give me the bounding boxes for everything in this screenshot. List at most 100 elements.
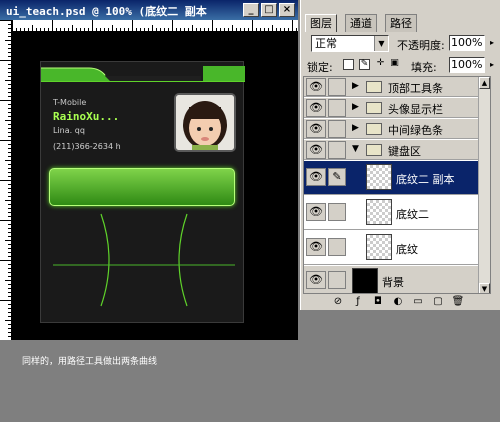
layer-name: 背景 xyxy=(382,276,404,289)
ruler-tick xyxy=(128,28,129,31)
ruler-tick xyxy=(5,280,11,281)
link-cell[interactable] xyxy=(328,238,346,256)
ruler-tick xyxy=(8,96,11,97)
layer-name: 底纹二 副本 xyxy=(396,173,455,186)
link-layers-icon[interactable]: ⊘ xyxy=(331,296,345,308)
tab-layers[interactable]: 图层 xyxy=(305,14,337,32)
link-cell[interactable] xyxy=(328,271,346,289)
tab-channels[interactable]: 通道 xyxy=(345,14,377,32)
layer-row-top-toolbar[interactable]: 👁 ▶ 顶部工具条 xyxy=(304,77,490,97)
opacity-field[interactable]: 100% xyxy=(449,35,485,51)
new-layer-icon[interactable]: ▢ xyxy=(431,296,445,308)
eye-icon[interactable]: 👁 xyxy=(306,271,326,289)
layer-style-icon[interactable]: ƒ xyxy=(351,296,365,308)
link-cell[interactable] xyxy=(328,120,346,138)
ruler-tick xyxy=(292,20,293,31)
tab-paths[interactable]: 路径 xyxy=(385,14,417,32)
expand-arrow-icon[interactable]: ▶ xyxy=(352,123,359,133)
ruler-tick xyxy=(5,120,11,121)
lock-transparency-icon[interactable] xyxy=(343,59,354,70)
minimize-button[interactable]: _ xyxy=(243,3,259,17)
trash-icon[interactable]: 🗑 xyxy=(451,296,465,308)
ruler-tick xyxy=(8,312,11,313)
expand-arrow-icon[interactable]: ▶ xyxy=(352,81,359,91)
lock-all-icon[interactable]: ▣ xyxy=(389,59,400,70)
ruler-tick xyxy=(8,184,11,185)
layer-row-texture2-copy[interactable]: 👁 ✎ 底纹二 副本 xyxy=(304,161,490,195)
canvas[interactable]: T-Mobile RainoXu... Lina. qq (211)366-26… xyxy=(13,33,298,340)
operator-label: T-Mobile xyxy=(53,98,87,107)
link-cell[interactable] xyxy=(328,141,346,159)
layer-row-middle-green-bar[interactable]: 👁 ▶ 中间绿色条 xyxy=(304,119,490,139)
layer-row-background[interactable]: 👁 背景 xyxy=(304,266,490,293)
ruler-tick xyxy=(8,64,11,65)
ruler-tick xyxy=(256,28,257,31)
layers-scrollbar[interactable]: ▲ ▼ xyxy=(478,77,490,293)
eye-icon[interactable]: 👁 xyxy=(306,120,326,138)
ruler-tick xyxy=(172,20,173,31)
ruler-tick xyxy=(8,256,11,257)
ruler-tick xyxy=(8,132,11,133)
ruler-tick xyxy=(8,232,11,233)
ruler-tick xyxy=(8,128,11,129)
layer-thumbnail xyxy=(366,199,392,225)
scroll-up-icon[interactable]: ▲ xyxy=(479,77,490,89)
layer-row-texture2[interactable]: 👁 底纹二 xyxy=(304,196,490,230)
caption-area: 同样的，用路径工具做出两条曲线 xyxy=(0,340,298,422)
vertical-ruler[interactable] xyxy=(0,20,12,340)
ruler-tick xyxy=(152,25,153,31)
ruler-tick xyxy=(16,28,17,31)
ruler-tick xyxy=(168,28,169,31)
opacity-label: 不透明度: xyxy=(397,39,445,52)
lock-pixels-icon[interactable]: ✎ xyxy=(359,59,370,70)
document-titlebar[interactable]: ui_teach.psd @ 100% (底纹二 副本 _ □ × xyxy=(0,0,298,20)
ruler-tick xyxy=(5,240,11,241)
document-title: ui_teach.psd @ 100% (底纹二 副本 xyxy=(6,5,207,18)
eye-icon[interactable]: 👁 xyxy=(306,203,326,221)
blend-mode-select[interactable]: 正常 ▼ xyxy=(311,35,389,52)
ruler-tick xyxy=(8,28,11,29)
ruler-tick xyxy=(36,28,37,31)
layer-mask-icon[interactable]: ◘ xyxy=(371,296,385,308)
expand-arrow-icon[interactable]: ▶ xyxy=(352,102,359,112)
horizontal-ruler[interactable] xyxy=(12,20,298,32)
opacity-arrow-icon[interactable]: ▸ xyxy=(487,36,497,50)
link-cell[interactable] xyxy=(328,99,346,117)
layer-row-keyboard[interactable]: 👁 ▼ 键盘区 xyxy=(304,140,490,160)
chevron-down-icon[interactable]: ▼ xyxy=(374,36,388,51)
ruler-tick xyxy=(8,92,11,93)
fill-field[interactable]: 100% xyxy=(449,57,485,73)
layer-name: 键盘区 xyxy=(388,145,421,158)
ruler-tick xyxy=(0,20,11,21)
ruler-tick xyxy=(52,20,53,31)
screen: ui_teach.psd @ 100% (底纹二 副本 _ □ × T-Mobi… xyxy=(0,0,500,422)
eye-icon[interactable]: 👁 xyxy=(306,141,326,159)
adjustment-layer-icon[interactable]: ◐ xyxy=(391,296,405,308)
lock-position-icon[interactable]: ✛ xyxy=(375,59,386,70)
layer-row-texture[interactable]: 👁 底纹 xyxy=(304,231,490,265)
eye-icon[interactable]: 👁 xyxy=(306,78,326,96)
fill-arrow-icon[interactable]: ▸ xyxy=(487,58,497,72)
ruler-tick xyxy=(0,260,11,261)
ruler-tick xyxy=(8,188,11,189)
eye-icon[interactable]: 👁 xyxy=(306,168,326,186)
layers-list: 👁 ▶ 顶部工具条 👁 ▶ 头像显示栏 👁 ▶ 中间绿色条 👁 ▼ 键盘区 👁 … xyxy=(303,76,491,294)
restore-button[interactable]: □ xyxy=(261,3,277,17)
new-group-icon[interactable]: ▭ xyxy=(411,296,425,308)
eye-icon[interactable]: 👁 xyxy=(306,238,326,256)
eye-icon[interactable]: 👁 xyxy=(306,99,326,117)
collapse-arrow-icon[interactable]: ▼ xyxy=(352,144,359,154)
link-cell[interactable] xyxy=(328,78,346,96)
layers-panel-toolbar: ⊘ ƒ ◘ ◐ ▭ ▢ 🗑 xyxy=(301,294,500,310)
ruler-tick xyxy=(208,28,209,31)
ruler-tick xyxy=(8,24,11,25)
scroll-down-icon[interactable]: ▼ xyxy=(479,283,490,293)
layer-row-avatar-bar[interactable]: 👁 ▶ 头像显示栏 xyxy=(304,98,490,118)
link-cell[interactable] xyxy=(328,203,346,221)
ruler-tick xyxy=(104,28,105,31)
close-button[interactable]: × xyxy=(279,3,295,17)
ruler-tick xyxy=(8,216,11,217)
brush-icon[interactable]: ✎ xyxy=(328,168,346,186)
keyboard-curves xyxy=(53,213,235,307)
ruler-tick xyxy=(8,268,11,269)
